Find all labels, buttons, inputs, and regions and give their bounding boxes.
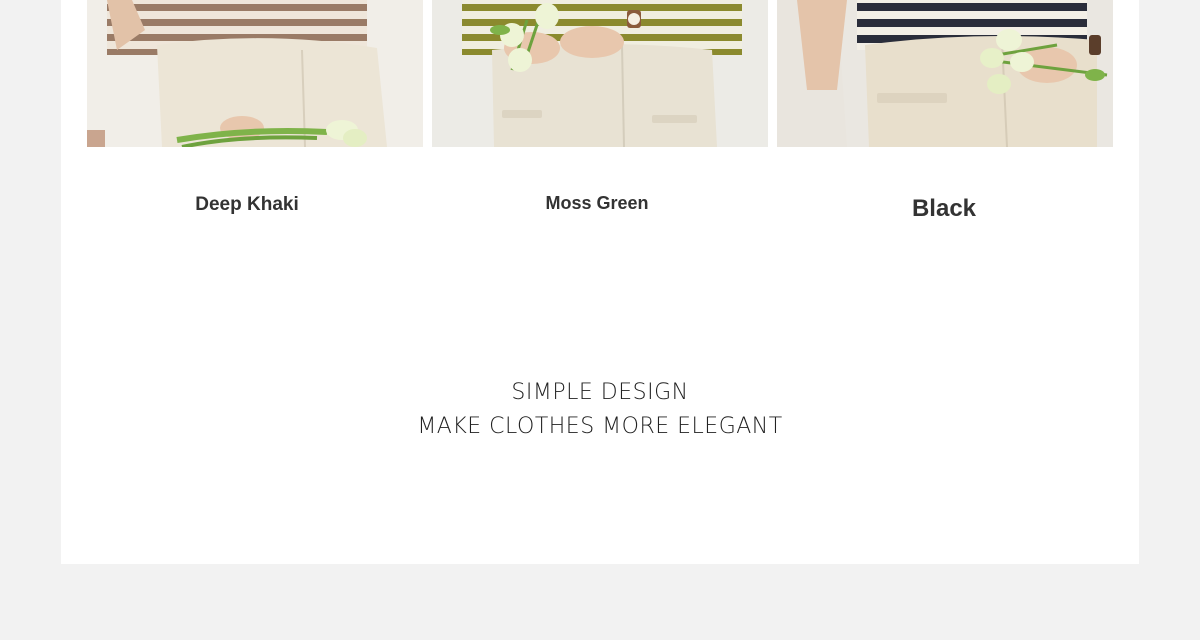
tagline-line-2: MAKE CLOTHES MORE ELEGANT bbox=[417, 414, 783, 439]
variant-label-deep-khaki[interactable]: Deep Khaki bbox=[87, 190, 407, 220]
variant-photo-black[interactable] bbox=[777, 0, 1113, 147]
variant-label-moss-green[interactable]: Moss Green bbox=[432, 189, 762, 218]
color-name-text: Deep Khaki bbox=[195, 194, 299, 215]
product-detail-panel: Deep Khaki Moss Green Black SIMPLE DESIG… bbox=[61, 0, 1139, 564]
variant-label-black[interactable]: Black bbox=[777, 191, 1111, 227]
model-photo-image bbox=[87, 0, 423, 147]
model-photo-image bbox=[432, 0, 768, 147]
color-name-text: Black bbox=[911, 195, 977, 222]
model-photo-image bbox=[777, 0, 1113, 147]
variant-photo-deep-khaki[interactable] bbox=[87, 0, 423, 147]
variant-photo-moss-green[interactable] bbox=[432, 0, 768, 147]
color-name-text: Moss Green bbox=[545, 193, 649, 213]
tagline-line-1: SIMPLE DESIGN bbox=[511, 380, 689, 405]
